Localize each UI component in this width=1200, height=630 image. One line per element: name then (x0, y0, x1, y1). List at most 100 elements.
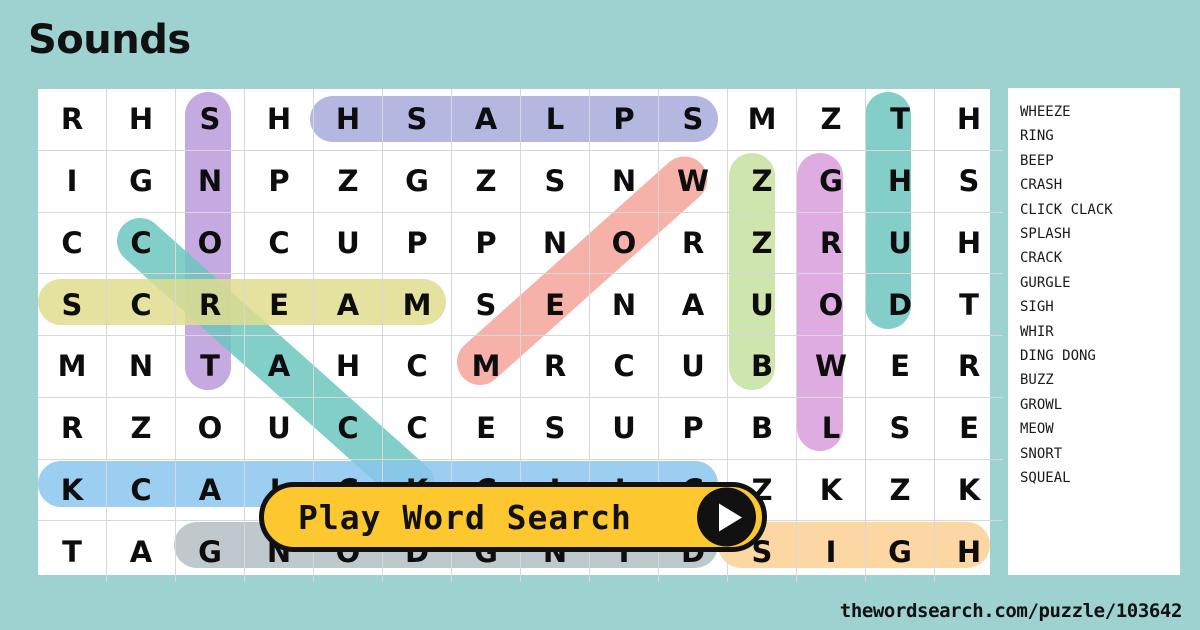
grid-cell[interactable]: A (451, 89, 521, 151)
grid-cell[interactable]: T (38, 520, 107, 582)
word-list-item: MEOW (1020, 421, 1054, 438)
grid-cell[interactable]: P (589, 89, 659, 151)
grid-cell[interactable]: O (175, 211, 245, 275)
grid-cell[interactable]: L (796, 396, 866, 460)
grid-cell[interactable]: R (38, 396, 107, 460)
grid-cell[interactable]: U (727, 273, 797, 336)
grid-cell[interactable]: S (865, 396, 935, 460)
grid-cell[interactable]: Z (865, 458, 935, 522)
grid-cell[interactable]: D (865, 273, 935, 336)
grid-cell[interactable]: S (451, 273, 521, 336)
grid-cell[interactable]: R (38, 89, 107, 151)
grid-cell[interactable]: E (934, 396, 1003, 460)
grid-cell[interactable]: H (244, 89, 314, 151)
grid-cell[interactable]: T (865, 89, 935, 151)
grid-cell[interactable]: M (38, 335, 107, 398)
grid-cell[interactable]: N (520, 211, 590, 275)
grid-cell[interactable]: A (658, 273, 728, 336)
play-triangle-icon[interactable] (697, 487, 756, 547)
grid-cell[interactable]: U (244, 396, 314, 460)
grid-cell[interactable]: W (796, 335, 866, 398)
grid-cell[interactable]: U (313, 211, 383, 275)
grid-cell[interactable]: C (382, 396, 452, 460)
grid-cell[interactable]: P (658, 396, 728, 460)
grid-cell[interactable]: O (175, 396, 245, 460)
grid-cell[interactable]: S (658, 89, 728, 151)
grid-cell[interactable]: H (934, 520, 1003, 582)
grid-cell[interactable]: C (589, 335, 659, 398)
grid-cell[interactable]: T (934, 273, 1003, 336)
grid-cell[interactable]: Z (796, 89, 866, 151)
grid-cell[interactable]: G (175, 520, 245, 582)
grid-cell[interactable]: Z (451, 149, 521, 213)
grid-cell[interactable]: H (313, 89, 383, 151)
grid-cell[interactable]: M (727, 89, 797, 151)
grid-cell[interactable]: K (796, 458, 866, 522)
grid-cell[interactable]: A (175, 458, 245, 522)
grid-cell[interactable]: E (244, 273, 314, 336)
grid-cell[interactable]: S (934, 149, 1003, 213)
grid-cell[interactable]: L (520, 89, 590, 151)
grid-cell[interactable]: I (796, 520, 866, 582)
grid-cell[interactable]: K (38, 458, 107, 522)
grid-cell[interactable]: C (244, 211, 314, 275)
grid-cell[interactable]: S (520, 149, 590, 213)
grid-cell[interactable]: S (382, 89, 452, 151)
grid-cell[interactable]: H (313, 335, 383, 398)
grid-cell[interactable]: R (175, 273, 245, 336)
grid-cell[interactable]: O (589, 211, 659, 275)
grid-cell[interactable]: H (106, 89, 176, 151)
grid-cell[interactable]: B (727, 396, 797, 460)
grid-cell[interactable]: N (175, 149, 245, 213)
grid-cell[interactable]: Z (313, 149, 383, 213)
grid-cell[interactable]: G (796, 149, 866, 213)
grid-cell[interactable]: M (451, 335, 521, 398)
grid-cell[interactable]: P (451, 211, 521, 275)
grid-cell[interactable]: G (865, 520, 935, 582)
grid-cell[interactable]: N (589, 273, 659, 336)
grid-cell[interactable]: S (38, 273, 107, 336)
grid-cell[interactable]: O (796, 273, 866, 336)
grid-cell[interactable]: H (865, 149, 935, 213)
grid-cell[interactable]: R (796, 211, 866, 275)
grid-cell[interactable]: U (658, 335, 728, 398)
grid-cell[interactable]: E (520, 273, 590, 336)
grid-cell[interactable]: U (865, 211, 935, 275)
grid-cell[interactable]: C (106, 273, 176, 336)
grid-cell[interactable]: U (589, 396, 659, 460)
grid-cell[interactable]: M (382, 273, 452, 336)
grid-cell[interactable]: Z (106, 396, 176, 460)
play-word-search-button[interactable]: Play Word Search (259, 482, 767, 552)
grid-cell[interactable]: P (244, 149, 314, 213)
grid-cell[interactable]: S (175, 89, 245, 151)
grid-cell[interactable]: S (520, 396, 590, 460)
grid-cell[interactable]: C (106, 211, 176, 275)
grid-cell[interactable]: R (658, 211, 728, 275)
grid-cell[interactable]: H (934, 89, 1003, 151)
grid-cell[interactable]: I (38, 149, 107, 213)
grid-cell[interactable]: E (865, 335, 935, 398)
grid-cell[interactable]: Z (727, 149, 797, 213)
grid-cell[interactable]: R (934, 335, 1003, 398)
grid-cell[interactable]: C (106, 458, 176, 522)
grid-cell[interactable]: N (106, 335, 176, 398)
grid-cell[interactable]: W (658, 149, 728, 213)
grid-cell[interactable]: C (313, 396, 383, 460)
grid-cell[interactable]: A (244, 335, 314, 398)
grid-cell[interactable]: C (38, 211, 107, 275)
grid-cell[interactable]: R (520, 335, 590, 398)
source-url: thewordsearch.com/puzzle/103642 (839, 600, 1183, 622)
grid-cell[interactable]: G (106, 149, 176, 213)
grid-cell[interactable]: T (175, 335, 245, 398)
grid-cell[interactable]: B (727, 335, 797, 398)
grid-cell[interactable]: A (313, 273, 383, 336)
grid-cell[interactable]: C (382, 335, 452, 398)
grid-cell[interactable]: E (451, 396, 521, 460)
grid-cell[interactable]: G (382, 149, 452, 213)
grid-cell[interactable]: Z (727, 211, 797, 275)
grid-cell[interactable]: A (106, 520, 176, 582)
grid-cell[interactable]: K (934, 458, 1003, 522)
grid-cell[interactable]: H (934, 211, 1003, 275)
grid-cell[interactable]: P (382, 211, 452, 275)
grid-cell[interactable]: N (589, 149, 659, 213)
